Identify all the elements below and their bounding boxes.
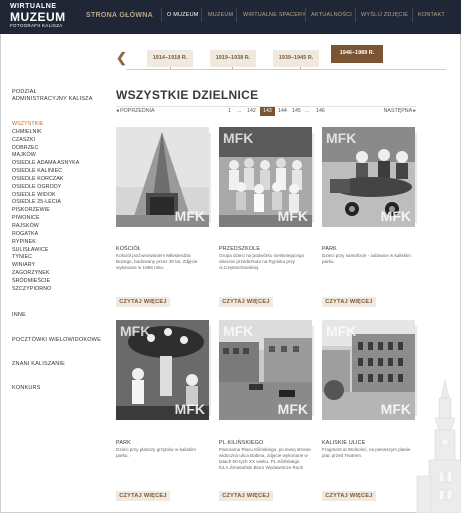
nav-divider xyxy=(236,8,237,22)
nav-wirtualne-spacery[interactable]: WIRTUALNE SPACERY xyxy=(243,12,306,18)
district-item[interactable]: OSIEDLE KALINIEC xyxy=(12,168,79,176)
photo-pl-kilinskiego[interactable]: MFK MFK xyxy=(219,320,312,420)
pagination: ◂ POPRZEDNIA 1 ... 142 143 144 145 ... 1… xyxy=(116,107,416,117)
item-description: Kościół pod wezwaniem Miłosierdzia Bożeg… xyxy=(116,253,198,270)
district-list: WSZYSTKIE CHMIELNIK CZASZKI DOBRZEC MAJK… xyxy=(12,121,79,294)
watermark: MFK xyxy=(277,401,308,417)
pager-page[interactable]: 145 xyxy=(292,108,301,114)
district-item[interactable]: PIWONICE xyxy=(12,215,79,223)
nav-aktualnosci[interactable]: AKTUALNOŚCI xyxy=(311,12,352,18)
watermark: MFK xyxy=(380,208,411,224)
photo-kaliskie-ulice[interactable]: MFK MFK xyxy=(322,320,415,420)
nav-divider xyxy=(201,8,202,22)
district-item[interactable]: ROGATKA xyxy=(12,231,79,239)
nav-divider xyxy=(305,8,306,22)
sidebar-link-znani-kaliszanie[interactable]: ZNANI KALISZANIE xyxy=(12,361,65,368)
pager-page[interactable]: 1 xyxy=(228,108,231,114)
photo-przedszkole[interactable]: MFK MFK xyxy=(219,127,312,227)
site-header: WIRTUALNE MUZEUM FOTOGRAFII KALISZA STRO… xyxy=(0,0,461,34)
church-tower-illustration xyxy=(416,380,461,513)
photo-park-grzyby[interactable]: MFK MFK xyxy=(116,320,209,420)
photo-kosciol[interactable]: MFK xyxy=(116,127,209,227)
district-item-wszystkie[interactable]: WSZYSTKIE xyxy=(12,121,79,129)
pager-ellipsis: ... xyxy=(305,108,310,114)
page-title: WSZYSTKIE DZIELNICE xyxy=(116,88,259,102)
district-item[interactable]: OSIEDLE ADAMA ASNYKA xyxy=(12,160,79,168)
district-item[interactable]: PISKORZEWIE xyxy=(12,207,79,215)
item-title: KALISKIE ULICE xyxy=(322,440,366,446)
item-title: KOŚCIÓŁ xyxy=(116,246,141,252)
district-item[interactable]: OSIEDLE 25-LECIA xyxy=(12,199,79,207)
pager-prev-link[interactable]: ◂ POPRZEDNIA xyxy=(116,108,155,114)
watermark: MFK xyxy=(174,208,205,224)
timeline-tab-1946-1989[interactable]: 1946–1989 R. xyxy=(331,45,383,63)
nav-wyslij-zdjecie[interactable]: WYŚLIJ ZDJĘCIE xyxy=(361,12,408,18)
read-more-button[interactable]: CZYTAJ WIĘCEJ xyxy=(219,297,273,307)
district-item[interactable]: RAJSKÓW xyxy=(12,223,79,231)
read-more-button[interactable]: CZYTAJ WIĘCEJ xyxy=(116,491,170,501)
item-title: PARK xyxy=(322,246,337,252)
district-item[interactable]: OSIEDLE WIDOK xyxy=(12,192,79,200)
sidebar-link-pocztowki[interactable]: POCZTÓWKI WIELOWIDOKOWE xyxy=(12,337,101,344)
read-more-button[interactable]: CZYTAJ WIĘCEJ xyxy=(322,297,376,307)
pager-next-link[interactable]: NASTĘPNA ▸ xyxy=(384,108,416,114)
watermark: MFK xyxy=(223,130,254,146)
watermark: MFK xyxy=(277,208,308,224)
sidebar-link-inne[interactable]: INNE xyxy=(12,312,26,319)
district-item[interactable]: OSIEDLE KORCZAK xyxy=(12,176,79,184)
item-description: Grupa dzieci na podwórku nieistniejącego… xyxy=(219,253,305,270)
watermark: MFK xyxy=(326,130,357,146)
watermark: MFK xyxy=(326,323,357,339)
nav-divider xyxy=(355,8,356,22)
photo-park-samolot[interactable]: MFK MFK xyxy=(322,127,415,227)
pager-page[interactable]: 142 xyxy=(247,108,256,114)
item-description: Fragment al.Wolności, na pierwszym plani… xyxy=(322,447,411,458)
district-item[interactable]: MAJKÓW xyxy=(12,152,79,160)
logo-line-3: FOTOGRAFII KALISZA xyxy=(10,23,63,28)
district-item[interactable]: SULISŁAWICE xyxy=(12,247,79,255)
item-description: Dzieci przy samolocie - zabawce w kalisk… xyxy=(322,253,411,264)
sidebar-heading-line1: PODZIAŁ xyxy=(12,89,37,95)
nav-divider xyxy=(161,8,162,22)
item-description: Panorama Placu Kilińskiego, po lewej str… xyxy=(219,447,311,470)
district-item[interactable]: RYPINEK xyxy=(12,239,79,247)
district-item[interactable]: OSIEDLE OGRODY xyxy=(12,184,79,192)
timeline-line xyxy=(126,69,446,70)
read-more-button[interactable]: CZYTAJ WIĘCEJ xyxy=(116,297,170,307)
district-item[interactable]: SZCZYPIORNO xyxy=(12,286,79,294)
district-item[interactable]: CZASZKI xyxy=(12,137,79,145)
pager-page[interactable]: 146 xyxy=(316,108,325,114)
watermark: MFK xyxy=(174,401,205,417)
logo-line-2: MUZEUM xyxy=(10,10,66,24)
item-title: PARK xyxy=(116,440,131,446)
timeline-tab-1914-1918[interactable]: 1914–1918 R. xyxy=(147,50,193,67)
timeline-prev-arrow-icon[interactable]: ❮ xyxy=(116,50,127,66)
pager-current-page[interactable]: 143 xyxy=(260,107,275,116)
nav-muzeum[interactable]: MUZEUM xyxy=(208,12,233,18)
nav-home-link[interactable]: STRONA GŁÓWNA xyxy=(86,12,153,19)
nav-divider xyxy=(412,8,413,22)
district-item[interactable]: CHMIELNIK xyxy=(12,129,79,137)
district-item[interactable]: ZAGORZYNEK xyxy=(12,270,79,278)
district-item[interactable]: ŚRÓDMIEŚCIE xyxy=(12,278,79,286)
read-more-button[interactable]: CZYTAJ WIĘCEJ xyxy=(322,491,376,501)
item-title: PRZEDSZKOLE xyxy=(219,246,261,252)
item-title: PL.KILIŃSKIEGO xyxy=(219,440,264,446)
district-item[interactable]: WINIARY xyxy=(12,262,79,270)
sidebar-link-konkurs[interactable]: KONKURS xyxy=(12,385,41,392)
watermark: MFK xyxy=(120,323,151,339)
site-logo[interactable]: WIRTUALNE MUZEUM FOTOGRAFII KALISZA xyxy=(10,3,78,29)
pager-ellipsis: ... xyxy=(237,108,242,114)
nav-o-muzeum[interactable]: O MUZEUM xyxy=(167,12,199,18)
timeline-tab-1919-1938[interactable]: 1919–1938 R. xyxy=(210,50,256,67)
district-item[interactable]: TYNIEC xyxy=(12,254,79,262)
read-more-button[interactable]: CZYTAJ WIĘCEJ xyxy=(219,491,273,501)
timeline-tab-1939-1945[interactable]: 1939–1945 R. xyxy=(273,50,319,67)
item-description: Dzieci przy planszy grzybów w kaliskim p… xyxy=(116,447,196,458)
watermark: MFK xyxy=(223,323,254,339)
nav-kontakt[interactable]: KONTAKT xyxy=(418,12,445,18)
pager-page[interactable]: 144 xyxy=(278,108,287,114)
sidebar-heading-line2: ADMINISTRACYJNY KALISZA xyxy=(12,96,93,102)
